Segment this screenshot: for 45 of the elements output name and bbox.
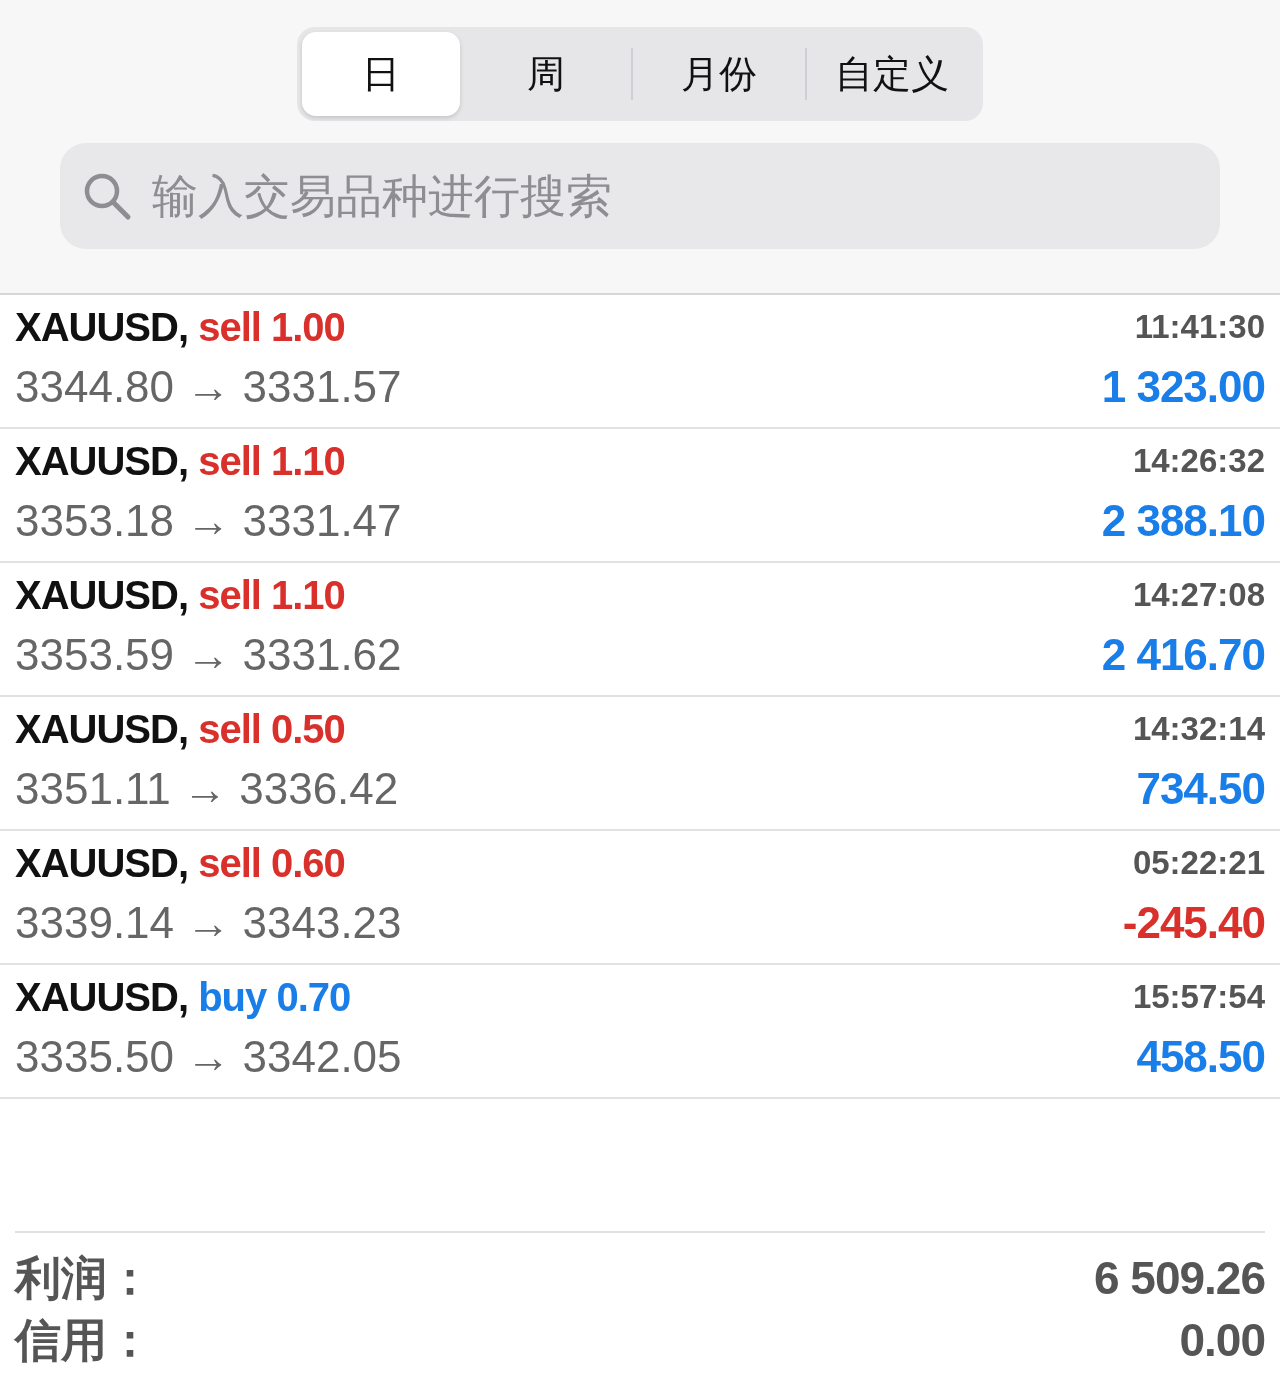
trade-row[interactable]: XAUUSD, sell 1.10 3353.18 → 3331.47 14:26:32 2 388.10 — [0, 429, 1280, 563]
symbol-text: XAUUSD, — [15, 975, 189, 1019]
summary-value: 6 509.26 — [1093, 1250, 1265, 1306]
trade-row[interactable]: XAUUSD, sell 1.00 3344.80 → 3331.57 11:41:30 1 323.00 — [0, 295, 1280, 429]
trade-side-text: buy 0.70 — [198, 975, 351, 1019]
search-field[interactable]: 输入交易品种进行搜索 — [60, 143, 1220, 249]
symbol-text: XAUUSD, — [15, 841, 189, 885]
segment-tab[interactable]: 自定义 — [806, 32, 978, 116]
trade-row[interactable]: XAUUSD, sell 0.50 3351.11 → 3336.42 14:32:14 734.50 — [0, 697, 1280, 831]
symbol-text: XAUUSD, — [15, 707, 189, 751]
trade-row[interactable]: XAUUSD, buy 0.70 3335.50 → 3342.05 15:57:54 458.50 — [0, 965, 1280, 1099]
symbol-text: XAUUSD, — [15, 305, 189, 349]
time-text: 11:41:30 — [1134, 308, 1265, 345]
trade-row[interactable]: XAUUSD, sell 1.10 3353.59 → 3331.62 14:27:08 2 416.70 — [0, 563, 1280, 697]
segment-tab[interactable]: 月份 — [633, 32, 805, 116]
profit-text: 458.50 — [1136, 1032, 1265, 1081]
price-text: 3351.11 → 3336.42 — [15, 764, 399, 813]
time-text: 05:22:21 — [1132, 844, 1265, 881]
profit-text: 2 388.10 — [1101, 496, 1265, 545]
price-text: 3344.80 → 3331.57 — [15, 362, 402, 411]
time-text: 14:26:32 — [1132, 442, 1265, 479]
trade-side-text: sell 1.10 — [198, 573, 345, 617]
profit-text: -245.40 — [1122, 898, 1265, 947]
symbol-text: XAUUSD, — [15, 439, 189, 483]
symbol-text: XAUUSD, — [15, 573, 189, 617]
summary-label: 利润： — [15, 1250, 153, 1306]
summary-value: 0.00 — [1179, 1312, 1265, 1368]
profit-text: 2 416.70 — [1101, 630, 1265, 679]
time-text: 14:32:14 — [1132, 710, 1265, 747]
summary-label: 信用： — [15, 1312, 153, 1368]
price-text: 3353.59 → 3331.62 — [15, 630, 402, 679]
price-text: 3353.18 → 3331.47 — [15, 496, 402, 545]
time-text: 14:27:08 — [1132, 576, 1265, 613]
profit-text: 1 323.00 — [1101, 362, 1265, 411]
time-text: 15:57:54 — [1132, 978, 1265, 1015]
trade-side-text: sell 1.00 — [198, 305, 345, 349]
price-text: 3335.50 → 3342.05 — [15, 1032, 402, 1081]
trade-side-text: sell 0.50 — [198, 707, 345, 751]
trade-row[interactable]: XAUUSD, sell 0.60 3339.14 → 3343.23 05:22:21 -245.40 — [0, 831, 1280, 965]
segment-tab[interactable]: 日 — [302, 32, 460, 116]
segment-tab[interactable]: 周 — [460, 32, 632, 116]
trade-side-text: sell 1.10 — [198, 439, 345, 483]
price-text: 3339.14 → 3343.23 — [15, 898, 402, 947]
trade-side-text: sell 0.60 — [198, 841, 345, 885]
profit-text: 734.50 — [1136, 764, 1265, 813]
